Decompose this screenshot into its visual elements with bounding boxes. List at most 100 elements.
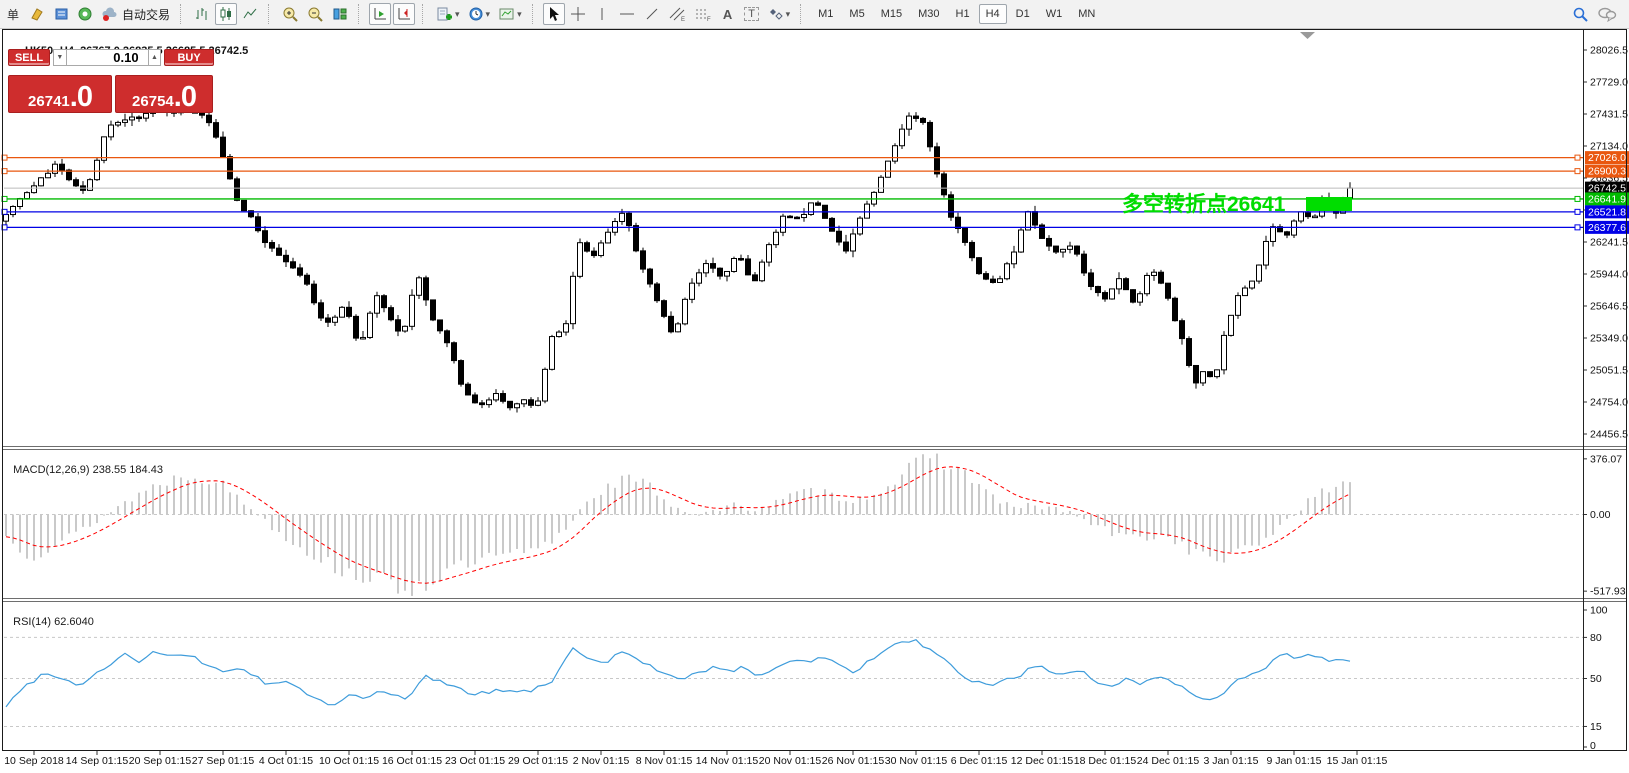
sell-price-block[interactable]: 26741.0 [8, 75, 112, 113]
svg-text:28026.5: 28026.5 [1590, 45, 1628, 57]
svg-text:20 Nov 01:15: 20 Nov 01:15 [759, 755, 822, 767]
line-chart-button[interactable] [239, 3, 261, 25]
svg-text:15 Jan 01:15: 15 Jan 01:15 [1327, 755, 1388, 767]
zoom-out-button[interactable] [304, 3, 327, 25]
buy-price-block[interactable]: 26754.0 [115, 75, 213, 113]
trendline-tool-button[interactable] [641, 3, 663, 25]
timeframe-h4[interactable]: H4 [979, 4, 1007, 24]
autotrading-label: 自动交易 [122, 6, 170, 23]
toolbar-grip [358, 4, 364, 24]
timeframe-w1[interactable]: W1 [1039, 4, 1070, 24]
search-icon [1572, 6, 1589, 23]
arrows-icon [768, 6, 784, 22]
horizontal-line-tool-button[interactable] [615, 3, 639, 25]
svg-text:F: F [707, 17, 711, 22]
toolbar-grip [800, 4, 806, 24]
chat-button[interactable] [1594, 3, 1620, 25]
fibonacci-tool-button[interactable]: F [691, 3, 715, 25]
crosshair-tool-button[interactable] [567, 3, 589, 25]
macd-header: MACD(12,26,9) 238.55 184.43 [7, 452, 163, 476]
autotrading-button[interactable]: 自动交易 [98, 3, 173, 25]
rsi-header: RSI(14) 62.6040 [7, 604, 94, 628]
svg-text:10 Sep 2018: 10 Sep 2018 [4, 755, 64, 767]
navigator-button[interactable] [50, 3, 72, 25]
chart-canvas[interactable]: 多空转折点2664128026.527729.027431.527134.026… [0, 0, 1629, 773]
data-window-button[interactable] [74, 3, 96, 25]
svg-text:50: 50 [1590, 673, 1602, 685]
sell-button[interactable]: SELL [8, 49, 50, 66]
svg-text:26377.6: 26377.6 [1588, 222, 1626, 234]
volume-increase-button[interactable]: ▲ [148, 49, 162, 66]
chevron-down-icon: ▾ [786, 9, 791, 20]
chevron-down-icon: ▾ [455, 9, 460, 20]
crosshair-icon [570, 6, 586, 22]
text-tool-button[interactable]: A [717, 3, 739, 25]
periods-button[interactable]: ▾ [465, 3, 494, 25]
toolbar: 单 自动交易 [0, 0, 1629, 29]
volume-input[interactable] [67, 49, 148, 66]
chevron-down-icon: ▾ [517, 9, 522, 20]
zoom-in-button[interactable] [279, 3, 302, 25]
equidistant-channel-tool-button[interactable]: E [665, 3, 689, 25]
auto-scroll-button[interactable] [369, 3, 391, 25]
svg-text:0.00: 0.00 [1590, 509, 1611, 521]
new-order-button[interactable]: 单 [2, 3, 24, 25]
svg-text:3 Jan 01:15: 3 Jan 01:15 [1204, 755, 1259, 767]
indicators-icon [436, 6, 453, 22]
svg-text:2 Nov 01:15: 2 Nov 01:15 [573, 755, 630, 767]
arrows-tool-button[interactable]: ▾ [765, 3, 794, 25]
buy-price-fraction: .0 [174, 84, 196, 110]
candlestick-chart-button[interactable] [215, 3, 237, 25]
spin-up-icon: ▲ [151, 54, 158, 61]
line-chart-icon [242, 6, 258, 22]
timeframe-m30[interactable]: M30 [911, 4, 946, 24]
timeframe-m5[interactable]: M5 [842, 4, 871, 24]
macd-label: MACD(12,26,9) [13, 464, 89, 476]
svg-text:6 Dec 01:15: 6 Dec 01:15 [951, 755, 1008, 767]
svg-text:15: 15 [1590, 721, 1602, 733]
vertical-line-tool-button[interactable] [591, 3, 613, 25]
templates-button[interactable]: ▾ [495, 3, 525, 25]
svg-text:27431.5: 27431.5 [1590, 109, 1628, 121]
timeframe-mn[interactable]: MN [1071, 4, 1102, 24]
one-click-trading-panel: SELL ▼ ▲ BUY 26741.0 26754.0 [8, 49, 214, 113]
timeframe-d1[interactable]: D1 [1009, 4, 1037, 24]
chart-shift-button[interactable] [393, 3, 415, 25]
svg-text:25349.0: 25349.0 [1590, 333, 1628, 345]
svg-text:24456.5: 24456.5 [1590, 429, 1628, 441]
rsi-value: 62.6040 [54, 616, 94, 628]
volume-decrease-button[interactable]: ▼ [53, 49, 67, 66]
svg-text:27026.0: 27026.0 [1588, 152, 1626, 164]
sell-price: 26741 [28, 93, 70, 110]
indicators-button[interactable]: ▾ [433, 3, 463, 25]
bar-chart-button[interactable] [191, 3, 213, 25]
timeframe-h1[interactable]: H1 [949, 4, 977, 24]
svg-text:24 Dec 01:15: 24 Dec 01:15 [1137, 755, 1200, 767]
svg-text:14 Sep 01:15: 14 Sep 01:15 [66, 755, 129, 767]
svg-text:27 Sep 01:15: 27 Sep 01:15 [192, 755, 255, 767]
trendline-icon [644, 6, 660, 22]
svg-text:E: E [681, 17, 685, 22]
timeframe-m15[interactable]: M15 [874, 4, 909, 24]
text-label-tool-button[interactable]: T [741, 3, 763, 25]
clock-icon [468, 6, 484, 22]
svg-text:25944.0: 25944.0 [1590, 269, 1628, 281]
svg-text:26521.8: 26521.8 [1588, 206, 1626, 218]
buy-button[interactable]: BUY [164, 49, 214, 66]
bar-chart-icon [194, 6, 210, 22]
market-watch-button[interactable] [26, 3, 48, 25]
cursor-tool-button[interactable] [543, 3, 565, 25]
search-button[interactable] [1569, 3, 1592, 25]
svg-text:12 Dec 01:15: 12 Dec 01:15 [1011, 755, 1074, 767]
tile-windows-button[interactable] [329, 3, 351, 25]
rsi-label: RSI(14) [13, 616, 51, 628]
svg-text:26 Nov 01:15: 26 Nov 01:15 [822, 755, 885, 767]
vertical-line-icon [596, 6, 608, 22]
svg-text:26900.3: 26900.3 [1588, 166, 1626, 178]
timeframe-m1[interactable]: M1 [811, 4, 840, 24]
timeframe-bar: M1M5M15M30H1H4D1W1MN [810, 4, 1103, 24]
svg-text:376.07: 376.07 [1590, 453, 1622, 465]
macd-values: 238.55 184.43 [93, 464, 163, 476]
toolbar-grip [422, 4, 428, 24]
toolbar-grip [180, 4, 186, 24]
